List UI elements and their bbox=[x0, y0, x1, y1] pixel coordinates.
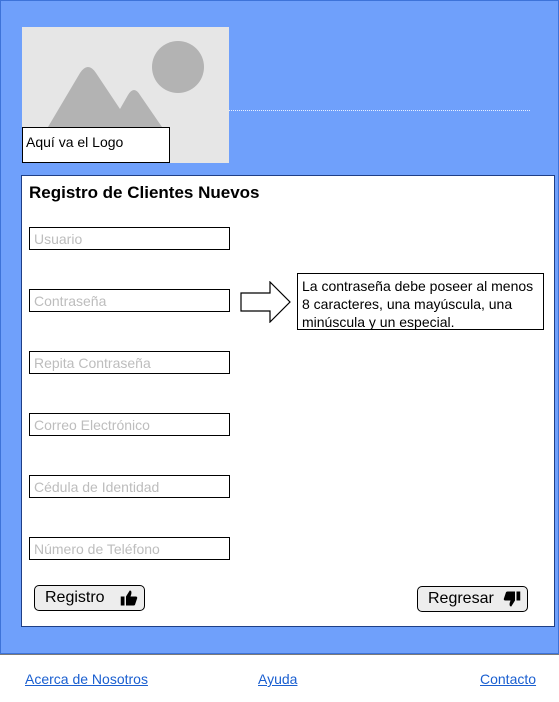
logo-placeholder: Aquí va el Logo bbox=[22, 27, 229, 163]
header-divider bbox=[229, 110, 530, 111]
id-card-field[interactable] bbox=[29, 475, 230, 498]
form-title: Registro de Clientes Nuevos bbox=[29, 183, 260, 202]
registration-form-panel: Registro de Clientes Nuevos La contraseñ… bbox=[21, 175, 555, 627]
about-us-link[interactable]: Acerca de Nosotros bbox=[25, 671, 148, 687]
register-button-label: Registro bbox=[45, 589, 105, 606]
back-button-label: Regresar bbox=[428, 590, 494, 607]
arrow-right-icon bbox=[240, 281, 291, 323]
phone-field[interactable] bbox=[29, 537, 230, 560]
help-link[interactable]: Ayuda bbox=[258, 671, 297, 687]
back-button[interactable]: Regresar bbox=[417, 586, 528, 612]
username-field[interactable] bbox=[29, 227, 230, 250]
contact-link[interactable]: Contacto bbox=[480, 671, 536, 687]
password-field[interactable] bbox=[29, 289, 230, 312]
register-button[interactable]: Registro bbox=[34, 585, 145, 611]
confirm-password-field[interactable] bbox=[29, 351, 230, 374]
footer: Acerca de Nosotros Ayuda Contacto bbox=[0, 654, 559, 702]
email-field[interactable] bbox=[29, 413, 230, 436]
thumbs-up-icon bbox=[120, 589, 138, 607]
thumbs-down-icon bbox=[503, 590, 521, 608]
logo-caption: Aquí va el Logo bbox=[22, 127, 170, 163]
password-hint: La contraseña debe poseer al menos 8 car… bbox=[297, 273, 544, 330]
